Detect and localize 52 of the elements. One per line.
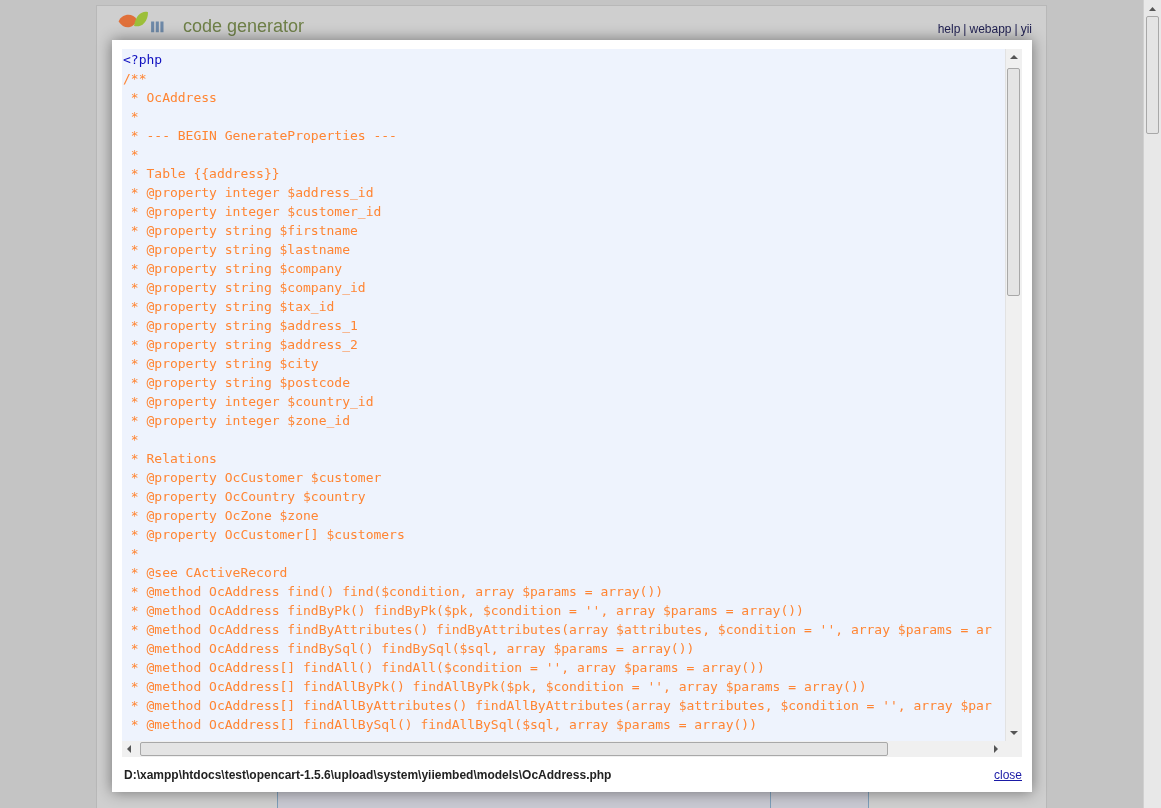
code-line: * @property integer $country_id	[129, 393, 374, 411]
code-line: * @property integer $address_id	[129, 184, 374, 202]
code-line: * @method OcAddress findByAttributes() findByAttributes(array $attributes, $condition = '', array $params = ar	[129, 621, 992, 639]
header-link[interactable]: yii	[1020, 22, 1032, 36]
code-line: * @method OcAddress[] findAllBySql() findAllBySql($sql, array $params = array())	[129, 716, 757, 734]
logo-text: code generator	[183, 16, 305, 36]
code-line: * @property string $address_2	[129, 336, 358, 354]
code-line: * @property string $company_id	[129, 279, 366, 297]
code-line: * @method OcAddress findByPk() findByPk($pk, $condition = '', array $params = array())	[129, 602, 804, 620]
scroll-down-icon[interactable]	[1010, 730, 1018, 736]
link-separator: |	[963, 22, 967, 36]
code-line: * @method OcAddress[] findAllByPk() findAllByPk($pk, $condition = '', array $params = array())	[129, 678, 867, 696]
vertical-scrollbar[interactable]	[1005, 49, 1021, 741]
code-line: * @see CActiveRecord	[129, 564, 288, 582]
header-link[interactable]: help	[937, 22, 961, 36]
code-line: * @property string $address_1	[129, 317, 358, 335]
code-line: * Table {{address}}	[129, 165, 280, 183]
header-link[interactable]: webapp	[969, 22, 1012, 36]
code-line: * OcAddress	[129, 89, 217, 107]
file-path: D:\xampp\htdocs\test\opencart-1.5.6\upload\system\yiiembed\models\OcAddress.php	[124, 767, 612, 782]
page-scrollbar[interactable]	[1143, 0, 1161, 808]
code-line: * @method OcAddress findBySql() findBySql($sql, array $params = array())	[129, 640, 695, 658]
scroll-left-icon[interactable]	[126, 745, 132, 753]
scrollbar-thumb[interactable]	[1146, 16, 1159, 134]
scroll-right-icon[interactable]	[993, 745, 999, 753]
code-line: * @property OcZone $zone	[129, 507, 319, 525]
code-line: <?php	[123, 51, 163, 69]
code-line: *	[129, 431, 139, 449]
link-separator: |	[1014, 22, 1018, 36]
scroll-up-icon[interactable]	[1148, 5, 1157, 13]
code-line: * @method OcAddress[] findAllByAttributes() findAllByAttributes(array $attributes, $condition = '', array $par	[129, 697, 992, 715]
code-line: * @property OcCustomer $customer	[129, 469, 382, 487]
code-line: *	[129, 146, 139, 164]
code-line: * @property string $city	[129, 355, 319, 373]
code-line: * @property string $tax_id	[129, 298, 335, 316]
code-line: * @property integer $zone_id	[129, 412, 350, 430]
code-line: *	[129, 108, 139, 126]
code-line: * @property OcCustomer[] $customers	[129, 526, 405, 544]
code-line: * @property string $lastname	[129, 241, 350, 259]
code-line: * @method OcAddress find() find($condition, array $params = array())	[129, 583, 664, 601]
scroll-up-icon[interactable]	[1010, 54, 1018, 60]
code-line: * @property OcCountry $country	[129, 488, 366, 506]
code-line: /**	[123, 70, 147, 88]
code-line: * @property integer $customer_id	[129, 203, 382, 221]
code-line: * @property string $postcode	[129, 374, 350, 392]
code-line: * @method OcAddress[] findAll() findAll($condition = '', array $params = array())	[129, 659, 765, 677]
close-link[interactable]: close	[994, 767, 1022, 782]
code-line: * Relations	[129, 450, 217, 468]
code-line: * --- BEGIN GenerateProperties ---	[129, 127, 397, 145]
code-line: *	[129, 545, 139, 563]
code-line: * @property string $company	[129, 260, 343, 278]
code-line: * @property string $firstname	[129, 222, 358, 240]
